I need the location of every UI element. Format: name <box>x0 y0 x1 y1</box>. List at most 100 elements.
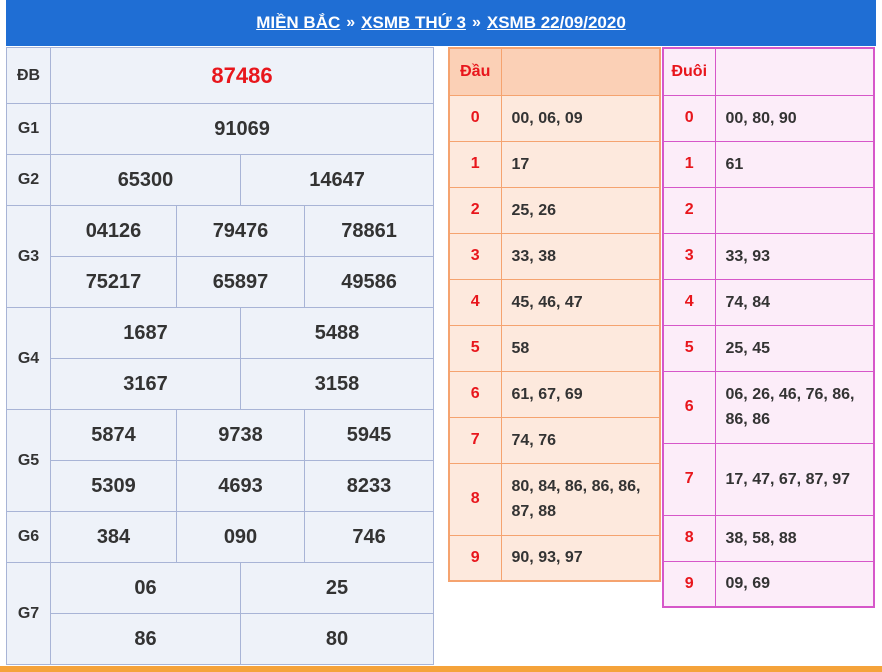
prize-row-g6: G6 384 090 746 <box>6 511 435 563</box>
breadcrumb-xsmb-date-link[interactable]: XSMB 22/09/2020 <box>487 13 626 33</box>
prize-row-g7: G7 06 25 <box>6 562 435 665</box>
prize-number: 65300 <box>50 154 241 206</box>
special-prize-number: 87486 <box>49 47 435 104</box>
duoi-title: Đuôi <box>662 47 716 96</box>
duoi-row: 7 17, 47, 67, 87, 97 <box>662 442 875 516</box>
prize-label: G4 <box>6 307 51 410</box>
dau-row: 3 33, 38 <box>448 232 661 280</box>
prize-label: G2 <box>6 154 51 206</box>
prize-number: 14647 <box>239 154 435 206</box>
duoi-digit: 7 <box>662 442 716 516</box>
duoi-digit: 4 <box>662 278 716 326</box>
prize-number: 80 <box>239 613 435 665</box>
duoi-table: Đuôi 0 00, 80, 90 1 61 2 3 33, 93 4 74, 84 5… <box>662 47 875 608</box>
dau-table: Đầu 0 00, 06, 09 1 17 2 25, 26 3 33, 38 4 45,… <box>448 47 661 582</box>
duoi-row: 4 74, 84 <box>662 278 875 326</box>
breadcrumb-xsmb-thu3-link[interactable]: XSMB THỨ 3 <box>361 13 466 33</box>
duoi-digit: 3 <box>662 232 716 280</box>
dau-digit: 6 <box>448 370 502 418</box>
dau-digit: 7 <box>448 416 502 464</box>
prize-label: ĐB <box>6 47 51 104</box>
dau-row: 6 61, 67, 69 <box>448 370 661 418</box>
dau-digit: 3 <box>448 232 502 280</box>
dau-row: 4 45, 46, 47 <box>448 278 661 326</box>
dau-values: 17 <box>500 140 661 188</box>
duoi-values: 00, 80, 90 <box>714 94 875 142</box>
dau-title: Đầu <box>448 47 502 96</box>
duoi-digit: 2 <box>662 186 716 234</box>
duoi-values: 74, 84 <box>714 278 875 326</box>
prize-row-g5: G5 5874 9738 5945 <box>6 409 435 512</box>
duoi-values: 06, 26, 46, 76, 86, 86, 86 <box>714 370 875 444</box>
duoi-values: 33, 93 <box>714 232 875 280</box>
dau-values: 90, 93, 97 <box>500 534 661 582</box>
dau-digit: 8 <box>448 462 502 536</box>
dau-digit: 5 <box>448 324 502 372</box>
dau-digit: 0 <box>448 94 502 142</box>
results-table: ĐB 87486 G1 91069 G2 65300 14647 G3 0412… <box>6 47 435 665</box>
dau-row: 1 17 <box>448 140 661 188</box>
prize-row-g5: 5309 4693 8233 <box>7 460 435 512</box>
duoi-header-row: Đuôi <box>662 47 875 96</box>
duoi-values: 61 <box>714 140 875 188</box>
prize-number: 49586 <box>303 256 435 308</box>
dau-row: 5 58 <box>448 324 661 372</box>
prize-label: G7 <box>6 562 51 665</box>
duoi-values: 09, 69 <box>714 560 875 608</box>
prize-row-g3: G3 04126 79476 78861 <box>6 205 435 308</box>
prize-number: 4693 <box>176 460 305 512</box>
duoi-digit: 6 <box>662 370 716 444</box>
dau-values: 61, 67, 69 <box>500 370 661 418</box>
duoi-row: 0 00, 80, 90 <box>662 94 875 142</box>
breadcrumb-mien-bac-link[interactable]: MIỀN BẮC <box>256 13 340 33</box>
prize-number: 3167 <box>50 358 241 410</box>
duoi-values: 25, 45 <box>714 324 875 372</box>
dau-values: 33, 38 <box>500 232 661 280</box>
duoi-digit: 0 <box>662 94 716 142</box>
duoi-digit: 5 <box>662 324 716 372</box>
dau-header-row: Đầu <box>448 47 661 96</box>
dau-values: 58 <box>500 324 661 372</box>
prize-row-g4: 3167 3158 <box>7 358 435 410</box>
duoi-row: 9 09, 69 <box>662 560 875 608</box>
prize-number: 5309 <box>50 460 177 512</box>
prize-number: 1687 <box>50 307 241 359</box>
duoi-row: 2 <box>662 186 875 234</box>
dau-row: 7 74, 76 <box>448 416 661 464</box>
prize-number: 65897 <box>176 256 305 308</box>
prize-row-g4: G4 1687 5488 <box>6 307 435 410</box>
dau-row: 9 90, 93, 97 <box>448 534 661 582</box>
prize-number: 78861 <box>303 205 435 257</box>
prize-number: 3158 <box>239 358 435 410</box>
prize-number: 8233 <box>303 460 435 512</box>
prize-number: 04126 <box>50 205 177 257</box>
prize-row-g1: G1 91069 <box>6 103 435 155</box>
breadcrumb: MIỀN BẮC » XSMB THỨ 3 » XSMB 22/09/2020 <box>6 0 876 46</box>
prize-label: G3 <box>6 205 51 308</box>
prize-number: 86 <box>50 613 241 665</box>
prize-number: 75217 <box>50 256 177 308</box>
prize-number: 746 <box>303 511 435 563</box>
breadcrumb-separator: » <box>346 14 356 31</box>
duoi-row: 6 06, 26, 46, 76, 86, 86, 86 <box>662 370 875 444</box>
prize-number: 5488 <box>239 307 435 359</box>
prize-row-db: ĐB 87486 <box>6 47 435 104</box>
duoi-digit: 8 <box>662 514 716 562</box>
duoi-values <box>714 186 875 234</box>
prize-number: 9738 <box>176 409 305 461</box>
duoi-row: 5 25, 45 <box>662 324 875 372</box>
dau-values: 80, 84, 86, 86, 86, 87, 88 <box>500 462 661 536</box>
duoi-row: 3 33, 93 <box>662 232 875 280</box>
dau-digit: 2 <box>448 186 502 234</box>
duoi-digit: 1 <box>662 140 716 188</box>
duoi-digit: 9 <box>662 560 716 608</box>
dau-digit: 4 <box>448 278 502 326</box>
prize-number: 090 <box>176 511 305 563</box>
prize-number: 91069 <box>49 103 435 155</box>
dau-digit: 1 <box>448 140 502 188</box>
breadcrumb-separator: » <box>471 14 481 31</box>
dau-values: 74, 76 <box>500 416 661 464</box>
dau-values: 25, 26 <box>500 186 661 234</box>
prize-number: 5945 <box>303 409 435 461</box>
duoi-row: 8 38, 58, 88 <box>662 514 875 562</box>
